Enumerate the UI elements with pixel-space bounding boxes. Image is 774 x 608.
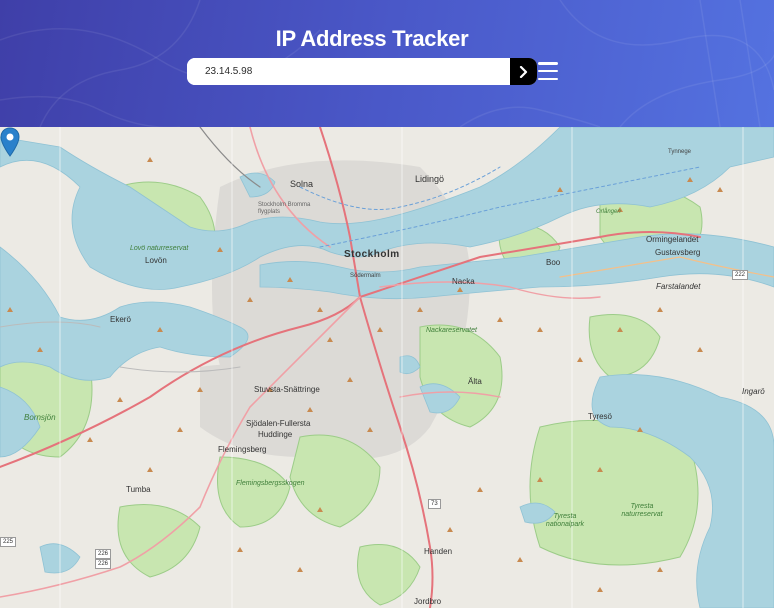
chevron-right-icon [519, 65, 527, 78]
map-label-tyresta: Tyresta nationalpark [545, 513, 585, 528]
map-label-tumba: Tumba [126, 485, 151, 494]
header: IP Address Tracker [0, 0, 774, 127]
map-label-lidingo: Lidingö [415, 174, 445, 184]
menu-line [538, 62, 558, 65]
page-title: IP Address Tracker [275, 26, 469, 51]
map-label-nacka: Nacka [452, 277, 475, 286]
map-label-huddinge: Huddinge [258, 430, 293, 439]
menu-line [538, 77, 558, 80]
map-label-sjodalen: Sjödalen-Fullersta [246, 419, 311, 428]
map-label-bornsjon: Bornsjön [24, 413, 56, 422]
map-label-sodermalm: Södermalm [350, 273, 381, 279]
map-label-bromma: Stockholm Bromma flygplats [258, 202, 311, 215]
map[interactable]: Solna Lidingö Stockholm Bromma flygplats… [0, 127, 774, 608]
map-label-handen: Handen [424, 547, 453, 556]
map-label-alta: Älta [468, 377, 482, 386]
road-number: 226 [95, 549, 112, 559]
map-label-tyreso: Tyresö [588, 412, 613, 421]
map-label-stuvsta: Stuvsta-Snättringe [254, 385, 320, 394]
map-label-nackareservatet: Nackareservatet [426, 327, 477, 334]
search-bar [187, 58, 537, 85]
map-label-lovo-naturreservat: Lovö naturreservat [130, 245, 189, 252]
map-label-boo: Boo [546, 258, 561, 267]
submit-button[interactable] [510, 58, 537, 85]
map-label-jordbro: Jordbro [414, 597, 442, 606]
map-label-gustavsberg: Gustavsberg [655, 248, 701, 257]
map-label-stockholm: Stockholm [344, 249, 400, 260]
ip-search-input[interactable] [187, 58, 510, 85]
map-label-tyresta-reservat: Tyresta naturreservat [621, 503, 663, 518]
map-label-flemingsbergsskogen: Flemingsbergsskogen [236, 480, 305, 487]
road-number: 226 [95, 559, 112, 569]
map-label-orminge: Ormingelandet [646, 235, 699, 244]
map-label-tynnege: Tynnege [668, 149, 692, 155]
road-number: 222 [732, 270, 749, 280]
map-label-flemingsberg: Flemingsberg [218, 445, 267, 454]
map-tiles [0, 127, 774, 608]
location-pin-icon[interactable] [0, 127, 20, 157]
map-label-solna: Solna [290, 179, 314, 189]
road-number: 225 [0, 537, 17, 547]
road-number: 73 [428, 499, 441, 509]
menu-line [538, 69, 558, 73]
hamburger-menu-icon[interactable] [538, 62, 558, 80]
map-label-ingaro: Ingarö [742, 387, 765, 396]
map-label-farstalandet: Farstalandet [656, 282, 701, 291]
map-label-orlangen: Orlången [596, 209, 621, 215]
map-label-lovon: Lovön [145, 256, 167, 265]
map-label-ekero: Ekerö [110, 315, 131, 324]
